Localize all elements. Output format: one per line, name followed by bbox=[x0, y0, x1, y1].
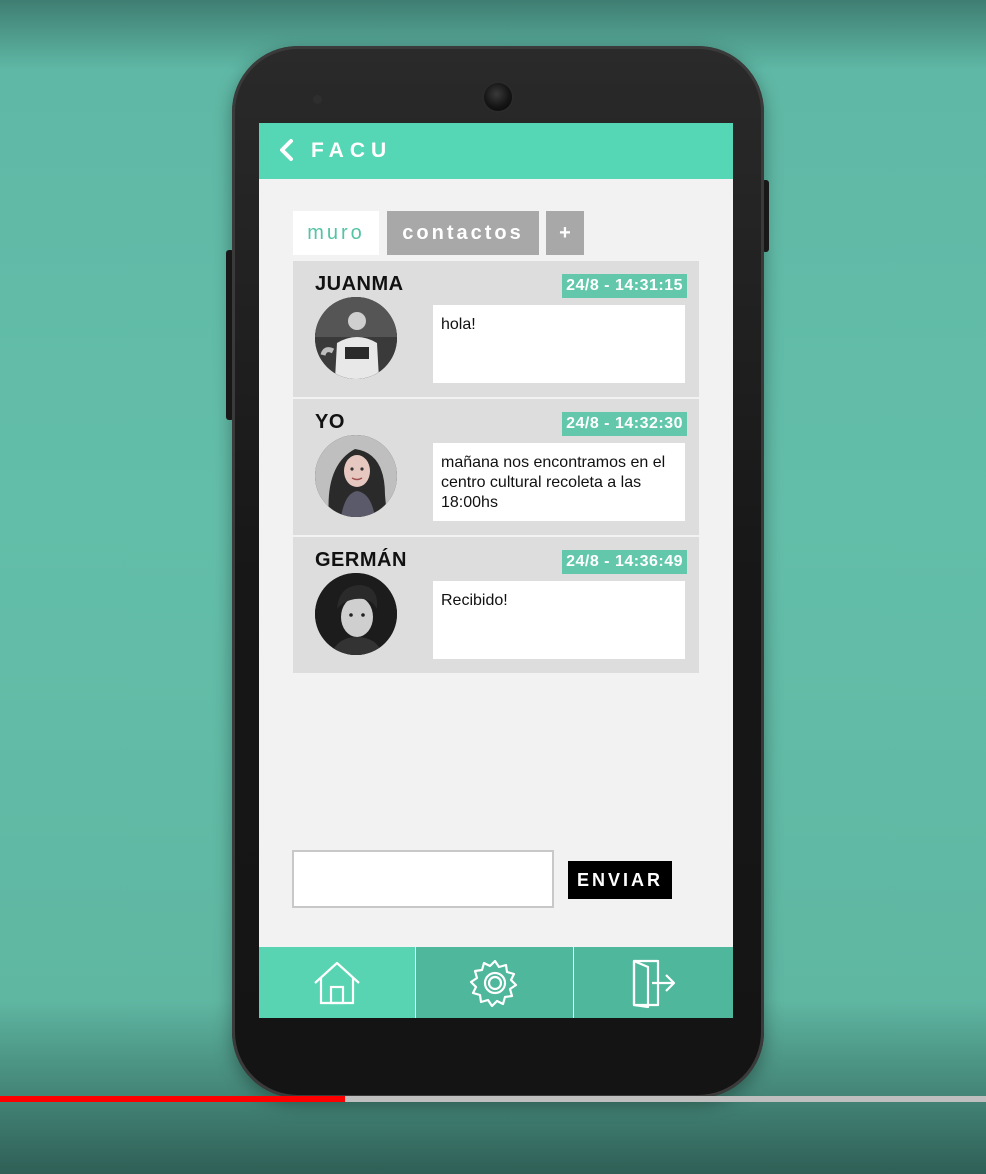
avatar bbox=[315, 573, 397, 655]
exit-door-icon bbox=[632, 959, 675, 1008]
back-chevron-icon[interactable] bbox=[277, 138, 297, 162]
bottom-nav bbox=[259, 947, 733, 1018]
avatar bbox=[315, 435, 397, 517]
video-progress-fill bbox=[0, 1096, 346, 1102]
gear-icon bbox=[469, 959, 517, 1007]
message-sender: YO bbox=[315, 411, 345, 433]
nav-home[interactable] bbox=[259, 947, 416, 1018]
nav-settings[interactable] bbox=[416, 947, 574, 1018]
message-item: YO 24/8 - 14:32:30 mañana nos encontramo… bbox=[293, 399, 699, 535]
front-camera bbox=[484, 83, 512, 111]
message-item: JUANMA 24/8 - 14:31:15 hola! bbox=[293, 261, 699, 397]
message-timestamp: 24/8 - 14:32:30 bbox=[562, 412, 687, 436]
message-input[interactable] bbox=[292, 850, 554, 908]
message-timestamp: 24/8 - 14:36:49 bbox=[562, 550, 687, 574]
app-screen: FACU muro contactos + JUANMA 24/8 - 14:3… bbox=[259, 123, 733, 1018]
home-icon bbox=[314, 961, 360, 1004]
message-bubble: mañana nos encontramos en el centro cult… bbox=[433, 443, 685, 521]
proximity-sensor bbox=[313, 95, 322, 104]
send-button[interactable]: ENVIAR bbox=[568, 861, 672, 899]
add-tab-button[interactable]: + bbox=[546, 211, 584, 255]
tab-contactos[interactable]: contactos bbox=[387, 211, 539, 255]
message-bubble: hola! bbox=[433, 305, 685, 383]
message-sender: GERMÁN bbox=[315, 549, 407, 571]
message-bubble: Recibido! bbox=[433, 581, 685, 659]
nav-logout[interactable] bbox=[574, 947, 733, 1018]
message-timestamp: 24/8 - 14:31:15 bbox=[562, 274, 687, 298]
video-progress-bar[interactable] bbox=[0, 1096, 986, 1102]
message-sender: JUANMA bbox=[315, 273, 404, 295]
page-title: FACU bbox=[311, 139, 393, 162]
top-bar: FACU bbox=[259, 123, 733, 179]
tab-muro[interactable]: muro bbox=[293, 211, 379, 255]
message-item: GERMÁN 24/8 - 14:36:49 Recibido! bbox=[293, 537, 699, 673]
avatar bbox=[315, 297, 397, 379]
